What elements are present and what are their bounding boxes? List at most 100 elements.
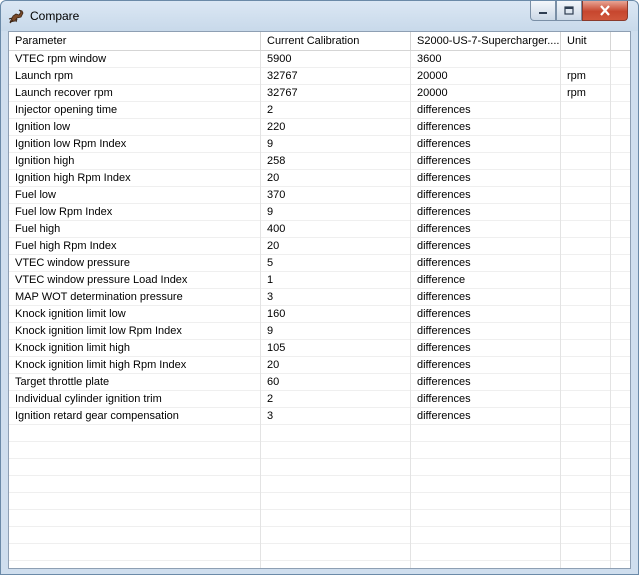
- cell-parameter: Fuel high Rpm Index: [9, 238, 261, 255]
- cell-compare-calibration: differences: [411, 221, 561, 238]
- cell-compare-calibration: [411, 544, 561, 561]
- table-row[interactable]: Fuel high 400 differences: [9, 221, 630, 238]
- table-row[interactable]: Ignition low 220 differences: [9, 119, 630, 136]
- cell-unit: [561, 272, 611, 289]
- minimize-icon: [539, 11, 547, 14]
- empty-row: [9, 510, 630, 527]
- cell-parameter: Knock ignition limit high Rpm Index: [9, 357, 261, 374]
- cell-parameter: [9, 544, 261, 561]
- cell-compare-calibration: differences: [411, 357, 561, 374]
- cell-unit: [561, 153, 611, 170]
- cell-filler: [611, 136, 630, 153]
- cell-parameter: Ignition low Rpm Index: [9, 136, 261, 153]
- cell-current-calibration: [261, 561, 411, 568]
- maximize-button[interactable]: [556, 1, 582, 21]
- cell-parameter: Ignition low: [9, 119, 261, 136]
- cell-current-calibration: [261, 527, 411, 544]
- title-bar[interactable]: Compare: [1, 1, 638, 31]
- cell-current-calibration: 105: [261, 340, 411, 357]
- cell-filler: [611, 51, 630, 68]
- cell-compare-calibration: difference: [411, 272, 561, 289]
- table-row[interactable]: Knock ignition limit low Rpm Index 9 diffe…: [9, 323, 630, 340]
- cell-parameter: Fuel low: [9, 187, 261, 204]
- cell-parameter: Injector opening time: [9, 102, 261, 119]
- cell-compare-calibration: differences: [411, 340, 561, 357]
- compare-grid[interactable]: Parameter Current Calibration S2000-US-7…: [8, 31, 631, 569]
- table-row[interactable]: Fuel low 370 differences: [9, 187, 630, 204]
- table-row[interactable]: VTEC rpm window 5900 3600: [9, 51, 630, 68]
- cell-parameter: [9, 442, 261, 459]
- cell-compare-calibration: differences: [411, 153, 561, 170]
- window-title: Compare: [30, 9, 80, 23]
- table-row[interactable]: Fuel low Rpm Index 9 differences: [9, 204, 630, 221]
- cell-compare-calibration: differences: [411, 136, 561, 153]
- cell-unit: [561, 544, 611, 561]
- cell-filler: [611, 357, 630, 374]
- table-row[interactable]: Ignition low Rpm Index 9 differences: [9, 136, 630, 153]
- cell-current-calibration: 258: [261, 153, 411, 170]
- cell-unit: [561, 391, 611, 408]
- table-row[interactable]: Individual cylinder ignition trim 2 differ…: [9, 391, 630, 408]
- table-row[interactable]: Knock ignition limit high 105 differences: [9, 340, 630, 357]
- cell-unit: [561, 340, 611, 357]
- cell-filler: [611, 374, 630, 391]
- cell-compare-calibration: differences: [411, 238, 561, 255]
- cell-filler: [611, 85, 630, 102]
- table-row[interactable]: Ignition high 258 differences: [9, 153, 630, 170]
- table-row[interactable]: VTEC window pressure 5 differences: [9, 255, 630, 272]
- cell-parameter: Ignition high Rpm Index: [9, 170, 261, 187]
- cell-filler: [611, 561, 630, 568]
- cell-parameter: Knock ignition limit low Rpm Index: [9, 323, 261, 340]
- cell-unit: [561, 357, 611, 374]
- cell-unit: [561, 136, 611, 153]
- cell-current-calibration: [261, 510, 411, 527]
- cell-compare-calibration: differences: [411, 408, 561, 425]
- cell-filler: [611, 323, 630, 340]
- cell-unit: [561, 493, 611, 510]
- cell-filler: [611, 391, 630, 408]
- cell-compare-calibration: [411, 527, 561, 544]
- cell-current-calibration: [261, 544, 411, 561]
- cell-unit: [561, 221, 611, 238]
- grid-rows: VTEC rpm window 5900 3600 Launch rpm 32767 20…: [9, 51, 630, 568]
- cell-unit: [561, 374, 611, 391]
- table-row[interactable]: Launch recover rpm 32767 20000 rpm: [9, 85, 630, 102]
- table-row[interactable]: Fuel high Rpm Index 20 differences: [9, 238, 630, 255]
- table-row[interactable]: Injector opening time 2 differences: [9, 102, 630, 119]
- cell-compare-calibration: differences: [411, 102, 561, 119]
- table-row[interactable]: Ignition high Rpm Index 20 differences: [9, 170, 630, 187]
- minimize-button[interactable]: [530, 1, 556, 21]
- cell-current-calibration: 370: [261, 187, 411, 204]
- table-row[interactable]: Launch rpm 32767 20000 rpm: [9, 68, 630, 85]
- table-row[interactable]: Ignition retard gear compensation 3 differ…: [9, 408, 630, 425]
- cell-filler: [611, 170, 630, 187]
- column-header-current-calibration[interactable]: Current Calibration: [261, 32, 411, 50]
- cell-current-calibration: 3: [261, 289, 411, 306]
- cell-current-calibration: 32767: [261, 68, 411, 85]
- cell-parameter: [9, 459, 261, 476]
- cell-current-calibration: 9: [261, 204, 411, 221]
- cell-compare-calibration: differences: [411, 323, 561, 340]
- table-row[interactable]: Knock ignition limit low 160 differences: [9, 306, 630, 323]
- empty-row: [9, 493, 630, 510]
- close-button[interactable]: [582, 1, 628, 21]
- cell-compare-calibration: [411, 459, 561, 476]
- cell-compare-calibration: [411, 561, 561, 568]
- column-header-compare-calibration[interactable]: S2000-US-7-Supercharger....: [411, 32, 561, 50]
- empty-row: [9, 544, 630, 561]
- cell-unit: [561, 476, 611, 493]
- table-row[interactable]: Knock ignition limit high Rpm Index 20 dif…: [9, 357, 630, 374]
- table-row[interactable]: VTEC window pressure Load Index 1 differen…: [9, 272, 630, 289]
- empty-row: [9, 561, 630, 568]
- cell-current-calibration: 60: [261, 374, 411, 391]
- column-header-parameter[interactable]: Parameter: [9, 32, 261, 50]
- cell-parameter: VTEC window pressure: [9, 255, 261, 272]
- table-row[interactable]: Target throttle plate 60 differences: [9, 374, 630, 391]
- cell-unit: [561, 442, 611, 459]
- column-header-unit[interactable]: Unit: [561, 32, 611, 50]
- table-row[interactable]: MAP WOT determination pressure 3 differenc…: [9, 289, 630, 306]
- cell-parameter: Knock ignition limit high: [9, 340, 261, 357]
- cell-current-calibration: 400: [261, 221, 411, 238]
- cell-unit: [561, 187, 611, 204]
- cell-unit: [561, 51, 611, 68]
